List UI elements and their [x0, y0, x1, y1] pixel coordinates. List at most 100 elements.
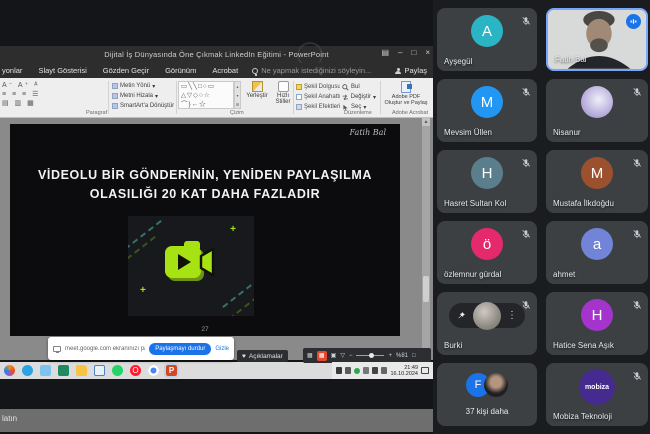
ribbon-tab-row: yonlar Slayt Gösterisi Gözden Geçir Görü…	[0, 63, 433, 78]
overflow-participants-tile[interactable]: F 37 kişi daha	[437, 363, 537, 426]
slide-editor-area: Fatih Bal VİDEOLU BİR GÖNDERİNİN, YENİDE…	[0, 118, 433, 360]
tab-view[interactable]: Görünüm	[157, 66, 204, 75]
chrome-icon[interactable]	[148, 365, 159, 376]
tab-animations-partial[interactable]: yonlar	[0, 66, 30, 75]
annotations-toggle[interactable]: ♥ Açıklamalar	[237, 350, 288, 362]
smartart-icon	[112, 103, 118, 109]
avatar-photo	[581, 86, 613, 118]
powerpoint-icon[interactable]: P	[166, 365, 177, 376]
clock[interactable]: 21:4916.10.2024	[390, 365, 418, 377]
ribbon: A⁻ A⁺ ᴬ≡ ≡ ≡ ☰▤ ▥ ▦ Paragraf Metin Yönü …	[0, 78, 433, 118]
overflow-count-label: 37 kişi daha	[437, 407, 537, 416]
group-label-editing: Düzenleme	[344, 110, 372, 116]
participant-tile[interactable]: a ahmet	[546, 221, 648, 284]
font-group-partial[interactable]: A⁻ A⁺ ᴬ≡ ≡ ≡ ☰▤ ▥ ▦	[2, 81, 90, 108]
excel-icon[interactable]	[58, 365, 69, 376]
file-explorer-icon[interactable]	[76, 365, 87, 376]
align-text-button[interactable]: Metni Hizala ▾	[112, 91, 174, 101]
ribbon-display-icon[interactable]: ▤	[381, 48, 389, 57]
office-share-button[interactable]: Paylaş	[395, 66, 433, 75]
meet-screen: { "powerpoint": { "window_title": "Dijit…	[0, 0, 650, 434]
more-options-icon[interactable]: ⋮	[507, 310, 517, 321]
group-divider	[108, 81, 109, 114]
maximize-icon[interactable]: □	[411, 48, 416, 57]
close-icon[interactable]: ×	[425, 48, 430, 57]
plus-decor: +	[140, 285, 146, 296]
smartart-button[interactable]: SmartArt'a Dönüştür	[112, 101, 174, 111]
browser-icon[interactable]	[4, 365, 15, 376]
zoom-in-icon[interactable]: +	[388, 353, 392, 359]
network-icon[interactable]	[381, 367, 387, 374]
slide-canvas[interactable]: Fatih Bal VİDEOLU BİR GÖNDERİNİN, YENİDE…	[10, 124, 400, 336]
grid-icon[interactable]: ▦	[307, 352, 313, 359]
participant-tile[interactable]: M Mevsim Üllen	[437, 79, 537, 142]
shape-fill-button[interactable]: Şekil Dolgusu ▾	[296, 82, 340, 92]
participant-tile-video[interactable]: Fatih Bal	[546, 8, 648, 71]
mic-off-icon	[521, 13, 531, 31]
participant-tile[interactable]: ö özlemnur gürdal	[437, 221, 537, 284]
plus-decor: +	[230, 224, 236, 235]
avatar: M	[471, 86, 503, 118]
telegram-icon[interactable]	[22, 365, 33, 376]
hide-link[interactable]: Gizle	[215, 346, 229, 352]
participant-tile[interactable]: mobiza Mobiza Teknoloji	[546, 363, 648, 426]
mic-off-icon	[632, 297, 642, 315]
replace-button[interactable]: Değiştir ▾	[342, 92, 376, 102]
text-direction-button[interactable]: Metin Yönü ▾	[112, 81, 174, 91]
participant-tile[interactable]: M Mustafa İlkdoğdu	[546, 150, 648, 213]
shape-effects-button[interactable]: Şekil Efektleri ▾	[296, 102, 340, 112]
participant-tile[interactable]: H Hasret Sultan Kol	[437, 150, 537, 213]
shape-outline-button[interactable]: Şekil Anahattı ▾	[296, 92, 340, 102]
adobe-pdf-button[interactable]: Adobe PDFOluştur ve Paylaş	[384, 81, 428, 106]
shapes-gallery-scrollbar[interactable]: ▴▾⊞	[234, 81, 241, 109]
scrollbar-thumb[interactable]	[423, 276, 429, 302]
mic-icon[interactable]	[336, 367, 342, 374]
funnel-icon[interactable]: ▽	[340, 352, 345, 359]
cloud-icon[interactable]	[345, 367, 351, 374]
arrange-icon	[252, 81, 263, 92]
tell-me-search[interactable]: Ne yapmak istediğinizi söyleyin...	[246, 66, 371, 75]
tab-slideshow[interactable]: Slayt Gösterisi	[30, 66, 94, 75]
notification-icon[interactable]	[421, 367, 429, 374]
group-divider	[176, 81, 177, 114]
shared-screen-region: Dijital İş Dünyasında Öne Çıkmak LinkedI…	[0, 0, 433, 434]
participant-name: Burki	[444, 341, 462, 350]
tab-review[interactable]: Gözden Geçir	[95, 66, 157, 75]
adobe-pdf-icon	[401, 81, 411, 93]
group-label-drawing: Çizim	[230, 110, 244, 116]
participant-name: Mobiza Teknoloji	[553, 412, 612, 421]
fullscreen-icon[interactable]: □	[412, 353, 416, 359]
stop-sharing-button[interactable]: Paylaşmayı durdur	[149, 343, 211, 355]
powerpoint-titlebar[interactable]: Dijital İş Dünyasında Öne Çıkmak LinkedI…	[0, 46, 433, 63]
battery-icon[interactable]	[363, 367, 369, 374]
zoom-out-icon[interactable]: −	[349, 353, 353, 359]
avatar-photo	[484, 373, 508, 397]
active-tool-icon[interactable]: ▦	[317, 351, 327, 361]
participant-tile[interactable]: H Hatice Sena Aşık	[546, 292, 648, 355]
arrange-button[interactable]: Yerleştir	[244, 81, 270, 99]
participant-tile[interactable]: ⋮ Burki	[437, 292, 537, 355]
monitor-icon[interactable]: ▣	[331, 352, 337, 359]
whatsapp-icon[interactable]	[112, 365, 123, 376]
shapes-gallery[interactable]: ▭╲╲□○▭ △▽◇○☆ ⌒}←☆	[178, 81, 234, 109]
paragraph-stack: Metin Yönü ▾ Metni Hizala ▾ SmartArt'a D…	[112, 81, 174, 111]
messenger-icon[interactable]	[40, 365, 51, 376]
minimize-icon[interactable]: –	[398, 48, 402, 57]
slide-number: 27	[10, 326, 400, 333]
editor-scrollbar[interactable]: ▲ ▼	[422, 118, 430, 360]
status-text-partial: latın	[2, 414, 17, 423]
avatar: H	[581, 299, 613, 331]
mail-icon[interactable]	[94, 365, 105, 376]
mic-off-icon	[632, 226, 642, 244]
volume-icon[interactable]	[372, 367, 378, 374]
scroll-up-icon[interactable]: ▲	[422, 118, 430, 126]
pin-icon[interactable]	[457, 307, 466, 325]
zoom-slider[interactable]	[356, 355, 384, 357]
participant-tile[interactable]: A Ayşegül	[437, 8, 537, 71]
participant-tile[interactable]: Nisanur	[546, 79, 648, 142]
find-button[interactable]: Bul	[342, 82, 376, 92]
participant-name: Nisanur	[553, 128, 581, 137]
opera-icon[interactable]: O	[130, 365, 141, 376]
tab-acrobat[interactable]: Acrobat	[204, 66, 246, 75]
app-tray-icon[interactable]	[354, 368, 360, 374]
